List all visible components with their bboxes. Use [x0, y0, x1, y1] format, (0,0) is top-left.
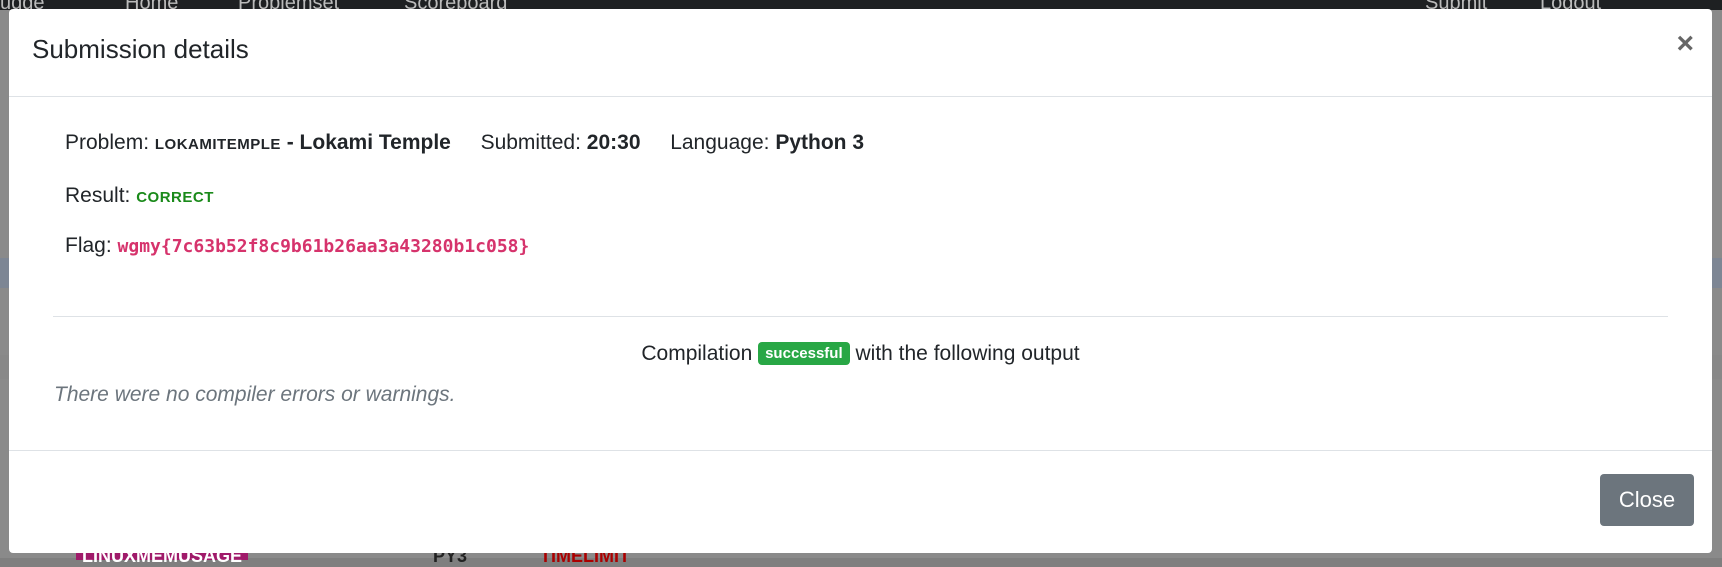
- language-label: Language:: [670, 131, 770, 154]
- submission-info-row: Problem: lokamitemple - Lokami Temple Su…: [65, 131, 864, 155]
- modal-title: Submission details: [32, 34, 249, 64]
- result-value: correct: [136, 184, 214, 207]
- compile-status-badge: successful: [758, 342, 850, 365]
- modal-footer: Close: [9, 450, 1712, 553]
- problem-label: Problem:: [65, 131, 150, 154]
- submission-details-modal: Submission details × Problem: lokamitemp…: [9, 9, 1712, 553]
- language-value: Python 3: [775, 131, 865, 154]
- submitted-time: 20:30: [586, 131, 641, 154]
- flag-row: Flag: wgmy{7c63b52f8c9b61b26aa3a43280b1c…: [65, 234, 529, 258]
- result-label: Result:: [65, 184, 131, 207]
- compile-suffix: with the following output: [855, 342, 1080, 365]
- compile-prefix: Compilation: [641, 342, 753, 365]
- modal-header: Submission details ×: [9, 9, 1712, 97]
- result-row: Result: correct: [65, 184, 214, 208]
- close-icon[interactable]: ×: [1676, 29, 1694, 59]
- divider: [53, 316, 1668, 317]
- problem-name: - Lokami Temple: [286, 131, 451, 154]
- flag-label: Flag:: [65, 234, 112, 257]
- compilation-status: Compilation successful with the followin…: [9, 342, 1712, 366]
- submitted-label: Submitted:: [480, 131, 581, 154]
- flag-value: wgmy{7c63b52f8c9b61b26aa3a43280b1c058}: [117, 236, 530, 257]
- problem-id: lokamitemple: [154, 131, 281, 154]
- close-button[interactable]: Close: [1600, 474, 1694, 526]
- modal-body: Problem: lokamitemple - Lokami Temple Su…: [9, 97, 1712, 450]
- compiler-output-note: There were no compiler errors or warning…: [54, 383, 456, 406]
